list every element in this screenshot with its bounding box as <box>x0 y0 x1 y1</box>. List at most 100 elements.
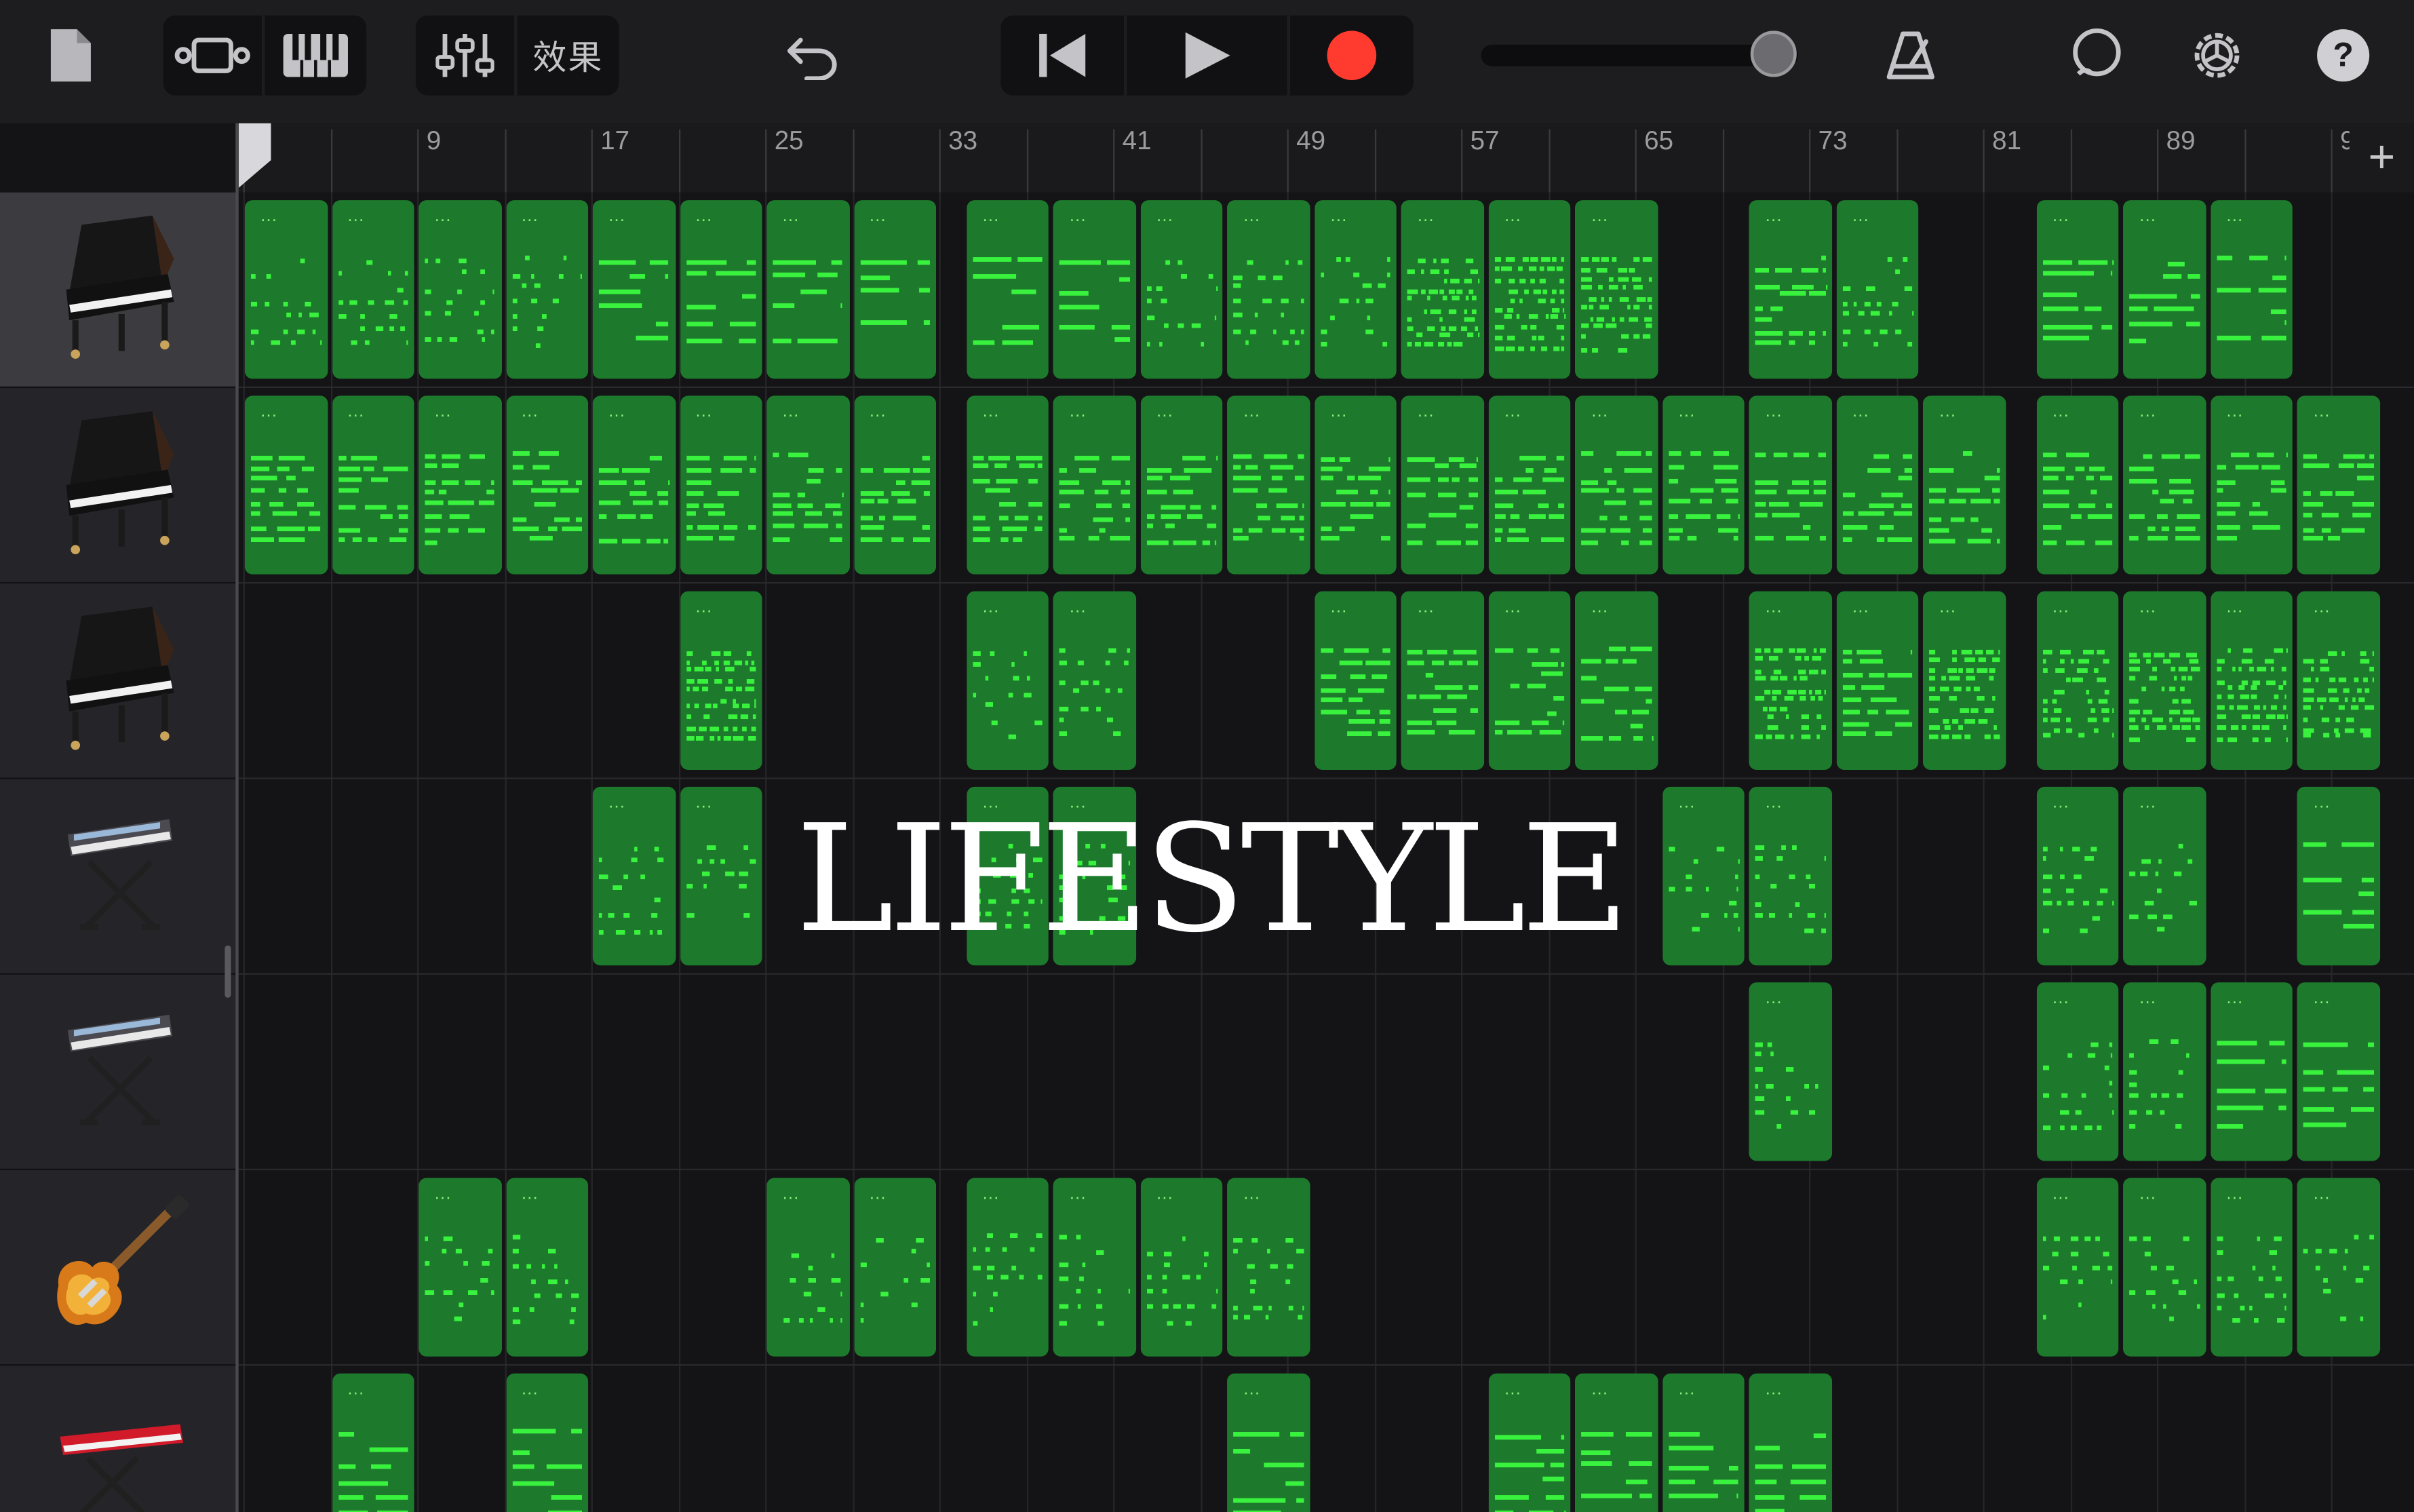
region-menu-dots[interactable]: ··· <box>1678 1385 1695 1402</box>
midi-region[interactable]: ··· <box>1923 395 2006 575</box>
midi-region[interactable]: ··· <box>2123 200 2206 379</box>
midi-region[interactable]: ··· <box>592 786 676 966</box>
region-menu-dots[interactable]: ··· <box>2139 407 2156 424</box>
midi-region[interactable]: ··· <box>1662 1373 1745 1512</box>
region-menu-dots[interactable]: ··· <box>2052 603 2069 620</box>
region-menu-dots[interactable]: ··· <box>347 1385 364 1402</box>
midi-region[interactable]: ··· <box>2123 591 2206 770</box>
midi-region[interactable]: ··· <box>1401 395 1484 575</box>
effects-button[interactable]: 效果 <box>518 16 619 96</box>
region-menu-dots[interactable]: ··· <box>869 212 886 229</box>
midi-region[interactable]: ··· <box>853 200 937 379</box>
region-menu-dots[interactable]: ··· <box>1069 603 1086 620</box>
region-menu-dots[interactable]: ··· <box>1591 212 1608 229</box>
midi-region[interactable]: ··· <box>967 591 1049 770</box>
region-menu-dots[interactable]: ··· <box>695 603 712 620</box>
midi-region[interactable]: ··· <box>418 200 501 379</box>
midi-region[interactable]: ··· <box>1228 1373 1310 1512</box>
region-menu-dots[interactable]: ··· <box>1417 212 1434 229</box>
region-menu-dots[interactable]: ··· <box>2313 994 2330 1011</box>
instrument-view-button[interactable] <box>265 16 366 96</box>
region-menu-dots[interactable]: ··· <box>2052 1189 2069 1206</box>
midi-region[interactable]: ··· <box>2297 591 2380 770</box>
region-menu-dots[interactable]: ··· <box>1069 1189 1086 1206</box>
region-menu-dots[interactable]: ··· <box>1765 994 1782 1011</box>
midi-region[interactable]: ··· <box>1053 395 1136 575</box>
region-menu-dots[interactable]: ··· <box>2139 212 2156 229</box>
region-menu-dots[interactable]: ··· <box>521 1385 538 1402</box>
region-menu-dots[interactable]: ··· <box>1504 407 1521 424</box>
region-menu-dots[interactable]: ··· <box>1591 603 1608 620</box>
midi-region[interactable]: ··· <box>967 395 1049 575</box>
region-menu-dots[interactable]: ··· <box>695 212 712 229</box>
midi-region[interactable]: ··· <box>766 395 849 575</box>
midi-region[interactable]: ··· <box>967 200 1049 379</box>
region-menu-dots[interactable]: ··· <box>1678 798 1695 815</box>
track-header[interactable] <box>0 192 239 389</box>
midi-region[interactable]: ··· <box>332 1373 414 1512</box>
timeline-ruler[interactable]: 19172533414957657381899 <box>238 123 2414 193</box>
region-menu-dots[interactable]: ··· <box>1765 1385 1782 1402</box>
track-header[interactable] <box>0 583 239 779</box>
region-menu-dots[interactable]: ··· <box>2052 798 2069 815</box>
midi-region[interactable]: ··· <box>1749 591 1832 770</box>
region-menu-dots[interactable]: ··· <box>2313 1189 2330 1206</box>
track-header[interactable] <box>0 1365 239 1512</box>
region-menu-dots[interactable]: ··· <box>1243 1189 1260 1206</box>
region-menu-dots[interactable]: ··· <box>1939 407 1956 424</box>
track-header[interactable] <box>0 388 239 584</box>
midi-region[interactable]: ··· <box>1749 982 1832 1161</box>
region-menu-dots[interactable]: ··· <box>2052 407 2069 424</box>
region-menu-dots[interactable]: ··· <box>1069 212 1086 229</box>
settings-button[interactable] <box>2183 16 2251 96</box>
region-menu-dots[interactable]: ··· <box>1243 407 1260 424</box>
region-menu-dots[interactable]: ··· <box>982 212 999 229</box>
region-menu-dots[interactable]: ··· <box>2226 407 2243 424</box>
midi-region[interactable]: ··· <box>680 200 762 379</box>
midi-region[interactable]: ··· <box>1488 395 1572 575</box>
midi-region[interactable]: ··· <box>2123 786 2206 966</box>
volume-slider-knob[interactable] <box>1749 31 1796 77</box>
rewind-button[interactable] <box>1000 16 1124 96</box>
region-menu-dots[interactable]: ··· <box>260 407 277 424</box>
help-button[interactable]: ? <box>2310 16 2377 96</box>
region-menu-dots[interactable]: ··· <box>2139 798 2156 815</box>
region-menu-dots[interactable]: ··· <box>982 407 999 424</box>
play-button[interactable] <box>1127 16 1287 96</box>
midi-region[interactable]: ··· <box>332 200 414 379</box>
midi-region[interactable]: ··· <box>2297 786 2380 966</box>
region-menu-dots[interactable]: ··· <box>1417 603 1434 620</box>
midi-region[interactable]: ··· <box>1140 200 1224 379</box>
region-menu-dots[interactable]: ··· <box>1678 407 1695 424</box>
playhead[interactable] <box>238 123 273 188</box>
midi-region[interactable]: ··· <box>2036 395 2120 575</box>
midi-region[interactable]: ··· <box>592 395 676 575</box>
midi-region[interactable]: ··· <box>1488 591 1572 770</box>
region-menu-dots[interactable]: ··· <box>2139 1189 2156 1206</box>
midi-region[interactable]: ··· <box>1923 591 2006 770</box>
midi-region[interactable]: ··· <box>1749 786 1832 966</box>
midi-region[interactable]: ··· <box>967 1178 1049 1357</box>
region-menu-dots[interactable]: ··· <box>608 407 625 424</box>
region-menu-dots[interactable]: ··· <box>521 407 538 424</box>
header-resize-handle[interactable] <box>225 945 231 998</box>
region-menu-dots[interactable]: ··· <box>782 212 799 229</box>
midi-region[interactable]: ··· <box>1053 591 1136 770</box>
midi-region[interactable]: ··· <box>244 395 328 575</box>
midi-region[interactable]: ··· <box>1228 200 1310 379</box>
midi-region[interactable]: ··· <box>418 395 501 575</box>
region-menu-dots[interactable]: ··· <box>1156 407 1173 424</box>
region-menu-dots[interactable]: ··· <box>695 798 712 815</box>
midi-region[interactable]: ··· <box>2036 1178 2120 1357</box>
region-menu-dots[interactable]: ··· <box>1156 1189 1173 1206</box>
midi-region[interactable]: ··· <box>2036 786 2120 966</box>
region-menu-dots[interactable]: ··· <box>1330 603 1347 620</box>
region-menu-dots[interactable]: ··· <box>1765 407 1782 424</box>
midi-region[interactable]: ··· <box>2036 591 2120 770</box>
midi-region[interactable]: ··· <box>1315 200 1397 379</box>
midi-region[interactable]: ··· <box>1488 1373 1572 1512</box>
region-menu-dots[interactable]: ··· <box>347 407 364 424</box>
region-menu-dots[interactable]: ··· <box>869 1189 886 1206</box>
midi-region[interactable]: ··· <box>2297 1178 2380 1357</box>
midi-region[interactable]: ··· <box>1575 591 1658 770</box>
